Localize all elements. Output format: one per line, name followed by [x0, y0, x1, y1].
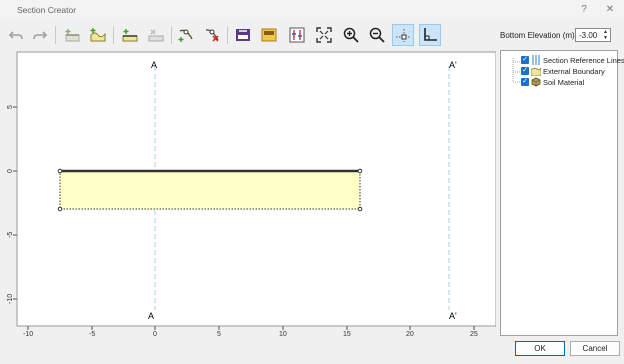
reference-lines-icon	[532, 55, 540, 65]
add-boundary-icon	[90, 28, 106, 42]
toolbar-separator	[55, 26, 56, 44]
y-tick-label: -5	[7, 232, 14, 238]
checkbox-checked[interactable]: ✓	[521, 78, 529, 86]
add-boundary-button[interactable]	[87, 24, 109, 46]
x-tick-label: -10	[23, 331, 33, 338]
close-button[interactable]: ✕	[603, 3, 617, 17]
tree-item-label: External Boundary	[543, 67, 605, 76]
section-label-a-bottom: A	[148, 311, 154, 321]
add-layer-button[interactable]	[61, 24, 83, 46]
insert-line-icon	[122, 29, 138, 42]
zoom-extents-button[interactable]	[313, 24, 335, 46]
toolbar-separator	[171, 26, 172, 44]
x-tick-label: 0	[153, 331, 157, 338]
soil-region[interactable]	[59, 170, 361, 210]
add-vertex-icon	[178, 29, 193, 42]
properties-icon	[289, 27, 305, 43]
snap-grid-button[interactable]	[392, 24, 414, 46]
delete-vertex-button[interactable]	[201, 24, 223, 46]
tree-item-label: Section Reference Lines	[543, 56, 624, 65]
x-tick-label: -5	[89, 331, 95, 338]
zoom-out-button[interactable]	[366, 24, 388, 46]
undo-icon	[8, 31, 23, 40]
delete-vertex-icon	[205, 29, 219, 42]
vertex-handle[interactable]	[57, 206, 63, 212]
bottom-elevation-label: Bottom Elevation (m):	[500, 31, 577, 40]
zoom-in-button[interactable]	[340, 24, 362, 46]
undo-button[interactable]	[5, 24, 27, 46]
properties-button[interactable]	[286, 24, 308, 46]
tree-connector-lines	[512, 58, 520, 83]
section-label-a-top: A	[151, 60, 157, 70]
insert-line-button[interactable]	[119, 24, 141, 46]
zoom-in-icon	[343, 27, 359, 43]
add-vertex-button[interactable]	[175, 24, 197, 46]
boundary-icon	[531, 67, 541, 76]
bottom-elevation-value: -3.00	[579, 31, 598, 40]
snap-ortho-icon	[424, 28, 437, 41]
vertex-handle[interactable]	[57, 168, 63, 174]
x-tick-label: 15	[343, 331, 351, 338]
delete-line-icon	[148, 29, 164, 42]
add-layer-icon	[65, 29, 80, 42]
zoom-out-icon	[369, 27, 385, 43]
section-label-a-prime-top: A'	[449, 60, 457, 70]
soil-material-icon	[531, 77, 541, 87]
zoom-extents-icon	[316, 27, 332, 43]
y-tick-label: 0	[7, 169, 14, 173]
y-tick-label: 5	[7, 105, 14, 109]
toolbar-separator	[113, 26, 114, 44]
spin-down-button[interactable]: ▼	[602, 36, 609, 41]
snap-grid-icon	[396, 29, 410, 42]
redo-icon	[33, 31, 48, 40]
ok-button[interactable]: OK	[515, 341, 565, 356]
y-tick-label: -10	[7, 294, 14, 304]
section-label-a-prime-bottom: A'	[449, 311, 457, 321]
checkbox-checked[interactable]: ✓	[521, 67, 529, 75]
import-file-icon	[261, 28, 277, 42]
x-tick-label: 25	[470, 331, 478, 338]
delete-line-button[interactable]	[145, 24, 167, 46]
vertex-handle[interactable]	[357, 168, 363, 174]
title-bar: Section Creator ? ✕	[0, 0, 624, 20]
vertex-handle[interactable]	[357, 206, 363, 212]
help-button[interactable]: ?	[577, 3, 591, 17]
x-tick-label: 5	[217, 331, 221, 338]
snap-ortho-button[interactable]	[419, 24, 441, 46]
layer-tree: ✓ Section Reference Lines ✓ External Bou…	[500, 50, 624, 336]
section-canvas[interactable]: A A' A A' -10 -5 0 5 10 15 20 25 5 0 -5 …	[5, 48, 496, 338]
import-image-icon	[236, 29, 250, 41]
tree-item-label: Soil Material	[543, 78, 585, 87]
x-tick-label: 10	[279, 331, 287, 338]
bottom-elevation-input[interactable]: -3.00 ▲ ▼	[575, 28, 611, 42]
import-image-button[interactable]	[232, 24, 254, 46]
redo-button[interactable]	[29, 24, 51, 46]
import-file-button[interactable]	[258, 24, 280, 46]
y-axis: 5 0 -5 -10	[7, 105, 17, 304]
cancel-button[interactable]: Cancel	[570, 341, 620, 356]
toolbar-separator	[227, 26, 228, 44]
x-axis: -10 -5 0 5 10 15 20 25	[23, 326, 478, 338]
x-tick-label: 20	[406, 331, 414, 338]
checkbox-checked[interactable]: ✓	[521, 56, 529, 64]
window-title: Section Creator	[17, 5, 77, 15]
